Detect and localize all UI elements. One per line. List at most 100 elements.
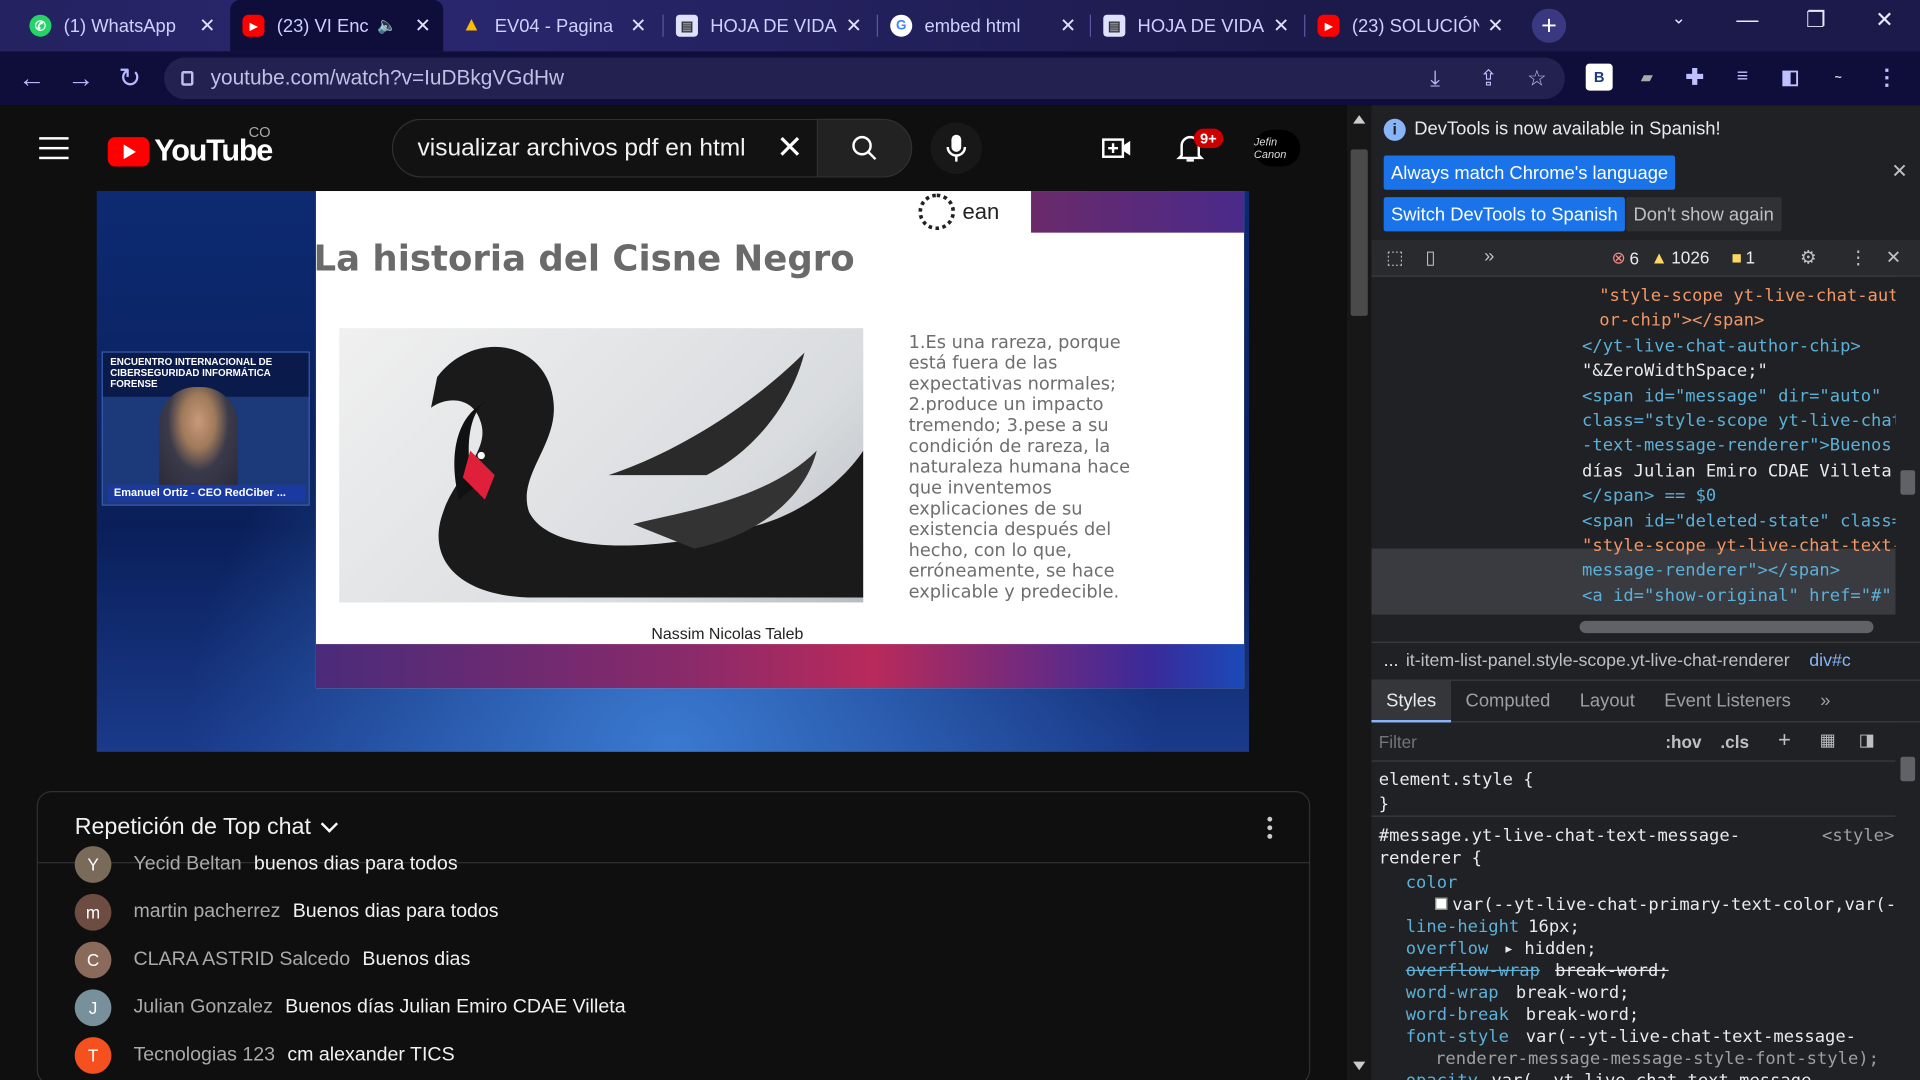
styles-filter-input[interactable]: [1378, 729, 1649, 755]
reload-button[interactable]: ↻: [113, 63, 147, 93]
back-button[interactable]: ←: [15, 63, 49, 93]
paint-icon[interactable]: ▦: [1820, 730, 1836, 751]
new-tab-button[interactable]: +: [1531, 8, 1567, 43]
class-toggle[interactable]: .cls: [1720, 732, 1749, 752]
bookmark-star-icon[interactable]: ☆: [1527, 66, 1547, 92]
settings-gear-icon[interactable]: ⚙: [1800, 246, 1816, 268]
close-tab-icon[interactable]: ✕: [199, 13, 215, 37]
elements-tree[interactable]: "style-scope yt-live-chat-auth or-chip">…: [1371, 277, 1896, 615]
css-property-value[interactable]: break-word;: [1555, 960, 1669, 982]
css-property[interactable]: overflow: [1406, 938, 1489, 960]
css-property-value[interactable]: break-word;: [1516, 982, 1630, 1004]
css-rule-selector[interactable]: element.style {: [1379, 769, 1534, 791]
devtools-menu-icon[interactable]: ⋮: [1849, 246, 1867, 268]
account-avatar[interactable]: Jefin Canon: [1253, 129, 1301, 167]
speaker-icon[interactable]: 🔈: [377, 16, 397, 36]
create-video-icon[interactable]: [1101, 132, 1133, 164]
more-tabs-icon[interactable]: »: [1806, 680, 1846, 722]
dom-line[interactable]: <span id="message" dir="auto": [1582, 384, 1881, 409]
dom-line[interactable]: "&ZeroWidthSpace;": [1582, 359, 1768, 384]
tab-styles[interactable]: Styles: [1371, 680, 1451, 722]
extension-icon[interactable]: ▰: [1633, 64, 1660, 91]
issues-count[interactable]: ■ 1: [1731, 247, 1755, 267]
tab-hoja-de-vida-2[interactable]: ▤ HOJA DE VIDA ✕: [1091, 0, 1302, 51]
css-property-value[interactable]: break-word;: [1526, 1004, 1640, 1026]
dom-line[interactable]: días Julian Emiro CDAE Villeta: [1582, 459, 1892, 484]
profile-icon[interactable]: ~: [1825, 64, 1852, 91]
dom-line[interactable]: </yt-live-chat-author-chip>: [1582, 334, 1861, 359]
chat-author[interactable]: CLARA ASTRID Salcedo: [133, 949, 350, 971]
breadcrumb-item[interactable]: div#c: [1809, 651, 1850, 671]
dom-line[interactable]: or-chip"></span>: [1599, 309, 1764, 334]
dom-line[interactable]: message-renderer"></span>: [1582, 558, 1840, 583]
search-input[interactable]: visualizar archivos pdf en html: [391, 118, 818, 178]
scroll-up-arrow-icon[interactable]: [1353, 115, 1366, 124]
css-rule-selector[interactable]: #message.yt-live-chat-text-message-: [1379, 825, 1740, 847]
css-property[interactable]: word-break: [1406, 1004, 1509, 1026]
close-tab-icon[interactable]: ✕: [1060, 13, 1076, 37]
close-devtools-icon[interactable]: ✕: [1886, 246, 1901, 268]
elements-scrollbar[interactable]: [1895, 276, 1920, 615]
warning-count[interactable]: ▲ 1026: [1651, 247, 1710, 267]
install-app-icon[interactable]: ⤓: [1430, 66, 1440, 92]
close-tab-icon[interactable]: ✕: [1273, 13, 1289, 37]
sidebar-toggle-icon[interactable]: ◨: [1859, 730, 1875, 751]
chrome-menu-icon[interactable]: ⋮: [1873, 64, 1900, 91]
reading-list-icon[interactable]: ≡: [1729, 64, 1756, 91]
youtube-logo[interactable]: YouTube CO: [107, 124, 273, 169]
side-panel-icon[interactable]: ◧: [1777, 64, 1804, 91]
new-rule-icon[interactable]: +: [1778, 727, 1791, 753]
menu-icon[interactable]: [39, 137, 69, 160]
chat-author[interactable]: Tecnologias 123: [133, 1044, 275, 1066]
close-tab-icon[interactable]: ✕: [1487, 13, 1503, 37]
dom-line[interactable]: "style-scope yt-live-chat-auth: [1599, 284, 1895, 309]
chat-author[interactable]: Yecid Beltan: [133, 853, 241, 875]
close-tab-icon[interactable]: ✕: [846, 13, 862, 37]
tab-drive[interactable]: ▲ EV04 - Pagina ✕: [448, 0, 659, 51]
breadcrumb-ellipsis[interactable]: ...: [1384, 651, 1399, 671]
extensions-puzzle-icon[interactable]: ✚: [1681, 64, 1708, 91]
css-property-value[interactable]: var(--yt-live-chat-text-message-: [1491, 1070, 1821, 1080]
tab-youtube-solucion[interactable]: ▶ (23) SOLUCIÓN ✕: [1305, 0, 1516, 51]
styles-scrollbar[interactable]: [1895, 722, 1920, 1080]
minimize-button[interactable]: —: [1729, 7, 1766, 33]
voice-search-button[interactable]: [930, 122, 983, 174]
styles-pane[interactable]: element.style { } #message.yt-live-chat-…: [1371, 762, 1896, 1080]
inspect-element-icon[interactable]: ⬚: [1386, 246, 1403, 268]
breadcrumb-item[interactable]: it-item-list-panel.style-scope.yt-live-c…: [1406, 651, 1790, 671]
css-property-value[interactable]: var(--yt-live-chat-primary-text-color,va…: [1435, 894, 1896, 916]
css-rule-selector[interactable]: renderer {: [1379, 847, 1482, 869]
tab-computed[interactable]: Computed: [1451, 680, 1565, 722]
css-property[interactable]: font-style: [1406, 1026, 1509, 1048]
address-bar[interactable]: youtube.com/watch?v=IuDBkgVGdHw: [164, 57, 1565, 100]
css-property-overridden[interactable]: overflow-wrap: [1406, 960, 1540, 982]
dom-line[interactable]: "style-scope yt-live-chat-text-: [1582, 534, 1895, 559]
close-tab-icon[interactable]: ✕: [630, 13, 646, 37]
dom-line[interactable]: <span id="deleted-state" class=: [1582, 509, 1895, 534]
dom-line[interactable]: -text-message-renderer">Buenos: [1582, 433, 1892, 458]
page-scrollbar[interactable]: [1346, 105, 1372, 1080]
close-window-button[interactable]: ✕: [1866, 7, 1903, 33]
chat-more-options-icon[interactable]: [1267, 816, 1273, 843]
tab-search-chevron-icon[interactable]: ⌄: [1660, 7, 1697, 28]
tab-layout[interactable]: Layout: [1565, 680, 1650, 722]
css-source-link[interactable]: <style>: [1822, 825, 1894, 847]
css-property-value[interactable]: 16px;: [1528, 916, 1580, 938]
css-property[interactable]: color: [1406, 872, 1458, 894]
chat-avatar[interactable]: m: [74, 893, 112, 931]
dom-line[interactable]: class="style-scope yt-live-chat: [1582, 409, 1895, 434]
scrollbar-thumb[interactable]: [1579, 620, 1874, 634]
dom-line[interactable]: </span> == $0: [1582, 484, 1716, 509]
css-property[interactable]: opacity: [1406, 1070, 1478, 1080]
color-swatch[interactable]: [1435, 897, 1448, 910]
switch-language-button[interactable]: Switch DevTools to Spanish: [1383, 197, 1626, 232]
error-count[interactable]: ⊗ 6: [1611, 247, 1639, 268]
css-property[interactable]: line-height: [1406, 916, 1520, 938]
chat-avatar[interactable]: Y: [74, 846, 112, 883]
scroll-down-arrow-icon[interactable]: [1353, 1061, 1366, 1071]
scrollbar-thumb[interactable]: [1900, 470, 1916, 495]
video-player[interactable]: ean La historia del Cisne Negro 1.Es una…: [96, 191, 1249, 752]
extension-b-icon[interactable]: B: [1585, 63, 1613, 91]
css-property-value[interactable]: renderer-message-message-style-font-styl…: [1435, 1048, 1879, 1070]
clear-search-icon[interactable]: ✕: [776, 130, 803, 164]
